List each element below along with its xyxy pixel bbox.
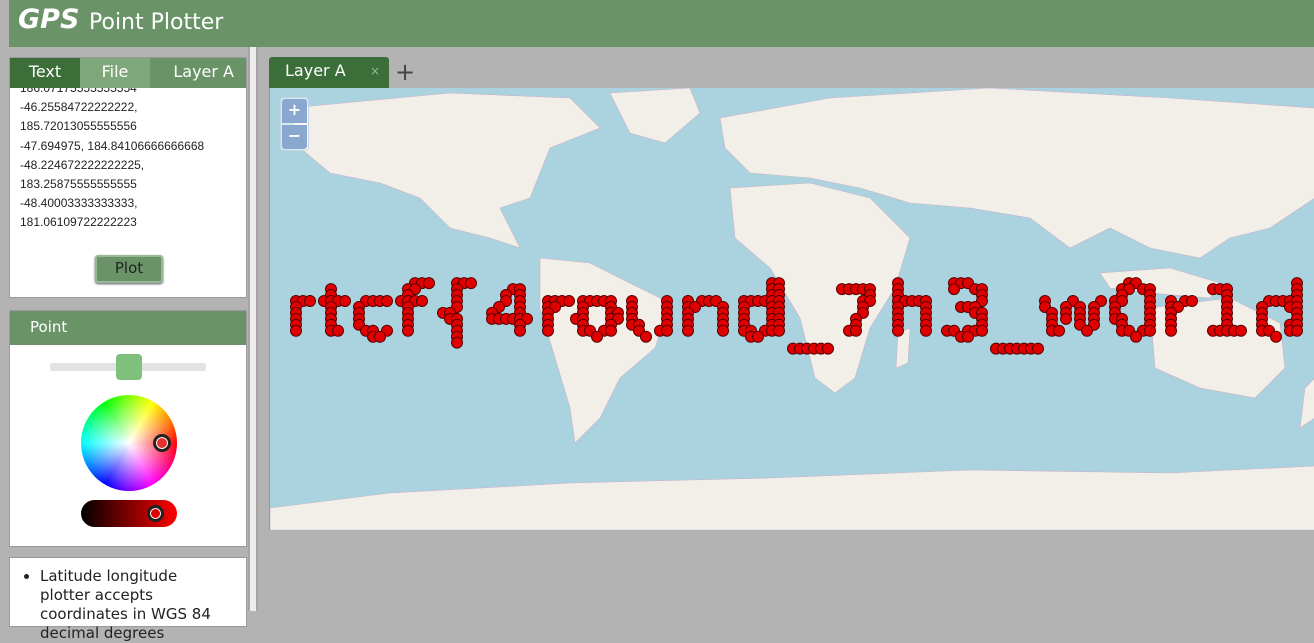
plotted-point[interactable] [682, 324, 694, 337]
continent-greenland [609, 88, 701, 144]
map-world-layer [270, 88, 1314, 530]
plotted-point[interactable] [850, 324, 862, 337]
continent-north-america [289, 92, 601, 249]
plotted-point[interactable] [304, 295, 316, 307]
plotted-point[interactable] [290, 324, 302, 337]
plotted-point[interactable] [948, 283, 960, 296]
plotted-point[interactable] [1032, 342, 1044, 355]
plotted-point[interactable] [661, 324, 673, 337]
plotted-point[interactable] [542, 324, 554, 337]
continent-antarctica [270, 465, 1314, 530]
plotted-point[interactable] [1186, 295, 1198, 307]
map-canvas[interactable]: + − [269, 88, 1314, 530]
zoom-in-button[interactable]: + [282, 99, 307, 123]
plotted-point[interactable] [563, 295, 575, 307]
point-size-slider-thumb[interactable] [116, 354, 142, 380]
coordinate-line: -46.25584722222222, [20, 100, 138, 115]
shade-slider-handle[interactable] [147, 505, 164, 522]
coordinate-input-panel: Text File Layer A 186.07175555555554 -46… [9, 57, 247, 298]
island-new-zealand [1299, 378, 1314, 429]
tab-text[interactable]: Text [10, 58, 80, 88]
plotted-point[interactable] [402, 324, 414, 337]
add-layer-icon[interactable]: + [395, 57, 415, 87]
map-tab-layer-a[interactable]: Layer A × [269, 57, 389, 88]
coordinate-line: 185.72013055555556 [20, 119, 137, 134]
plotted-point[interactable] [1270, 330, 1282, 343]
coordinate-line: -47.694975, 184.84106666666668 [20, 138, 205, 153]
tab-file[interactable]: File [80, 58, 150, 88]
plotted-point[interactable] [717, 324, 729, 337]
plotted-point[interactable] [752, 330, 764, 343]
plotted-point[interactable] [1130, 330, 1142, 343]
plotted-point[interactable] [640, 330, 652, 343]
coordinate-line: 183.25875555555555 [20, 177, 137, 192]
plotted-point[interactable] [773, 324, 785, 337]
plotted-point[interactable] [962, 330, 974, 343]
zoom-out-button[interactable]: − [282, 125, 307, 149]
plotted-point[interactable] [381, 295, 393, 307]
plot-button[interactable]: Plot [95, 255, 163, 283]
point-style-panel: Point [9, 310, 247, 547]
continent-south-america [539, 257, 671, 444]
info-panel: Latitude longitude plotter accepts coord… [9, 557, 247, 642]
coordinate-line: 181.06109722222223 [20, 215, 137, 230]
plotted-point[interactable] [465, 277, 477, 290]
plotted-point[interactable] [591, 330, 603, 343]
plotted-point[interactable] [416, 295, 428, 307]
plotted-point[interactable] [892, 324, 904, 337]
plotted-point[interactable] [514, 324, 526, 337]
continent-africa [729, 182, 911, 394]
plotted-point[interactable] [605, 324, 617, 337]
map-footer-area [269, 530, 1314, 611]
plotted-point[interactable] [822, 342, 834, 355]
plotted-point[interactable] [1053, 324, 1065, 337]
app-title: Point Plotter [89, 10, 224, 35]
map-tab-strip: Layer A × + [269, 57, 1314, 88]
plotted-point[interactable] [339, 295, 351, 307]
plotted-point[interactable] [1291, 324, 1303, 337]
map-tab-label: Layer A [285, 61, 346, 80]
app-title-bold: GPS [18, 4, 80, 35]
coordinate-line: 186.07175555555554 [20, 88, 137, 95]
info-bullet: Latitude longitude plotter accepts coord… [40, 567, 230, 643]
plotted-point[interactable] [332, 324, 344, 337]
plotted-point[interactable] [423, 277, 435, 290]
plotted-point[interactable] [976, 324, 988, 337]
plotted-point[interactable] [920, 324, 932, 337]
point-panel-title: Point [10, 311, 246, 345]
plotted-point[interactable] [374, 330, 386, 343]
input-tabs: Text File Layer A [10, 58, 246, 88]
coordinate-line: -48.224672222222225, [20, 157, 145, 172]
plotted-point[interactable] [1235, 324, 1247, 337]
tab-layer-a[interactable]: Layer A [150, 58, 246, 88]
panel-resize-handle[interactable] [248, 47, 258, 611]
plotted-point[interactable] [1060, 312, 1072, 325]
plotted-point[interactable] [1081, 324, 1093, 337]
plotted-point[interactable] [451, 336, 463, 349]
color-wheel-handle[interactable] [153, 434, 171, 452]
plotted-point[interactable] [1165, 324, 1177, 337]
coordinate-line: -48.40003333333333, [20, 196, 138, 211]
coordinate-textarea[interactable]: 186.07175555555554 -46.25584722222222, 1… [20, 88, 240, 238]
plotted-point[interactable] [1144, 324, 1156, 337]
app-header: GPS Point Plotter [9, 0, 1314, 47]
close-icon[interactable]: × [370, 57, 380, 85]
